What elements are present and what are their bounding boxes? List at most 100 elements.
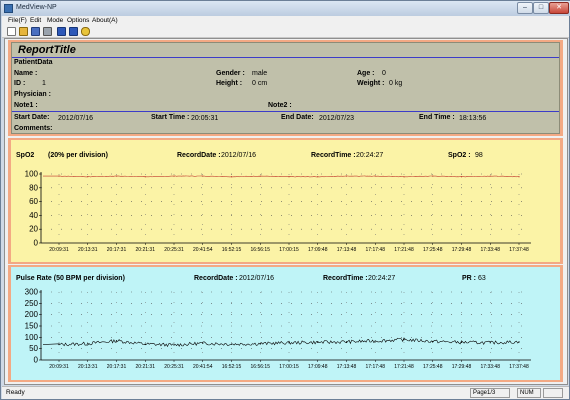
pr-data-point	[144, 343, 146, 345]
divider	[12, 57, 559, 58]
save-icon[interactable]	[31, 27, 40, 36]
pr-ytick-label: 0	[34, 356, 39, 365]
pr-ytick-label: 50	[29, 344, 38, 353]
print-icon[interactable]	[43, 27, 52, 36]
start-date-label: Start Date:	[14, 114, 50, 121]
pr-ytick-label: 200	[25, 310, 39, 319]
spo2-ytick-label: 60	[29, 197, 38, 206]
pr-data-point	[374, 340, 376, 342]
spo2-data-point	[58, 175, 60, 177]
toolbar	[2, 26, 569, 38]
report-header: ReportTitle PatientData Name : Gender : …	[8, 40, 563, 136]
pr-data-point	[87, 343, 89, 345]
pulse-chart: 0 50 100 150 200 250 300 20:09:31 20:13:31 20:17:…	[25, 288, 531, 370]
spo2-data-point	[374, 175, 376, 177]
prev-icon[interactable]	[57, 27, 66, 36]
id-value: 1	[42, 80, 46, 87]
pr-data-point	[115, 340, 118, 342]
close-button[interactable]: ✕	[549, 2, 569, 14]
spo2-series-line	[43, 175, 520, 178]
pr-data-point	[173, 344, 175, 346]
spo2-data-point	[288, 176, 290, 178]
spo2-xtick-label: 17:09:48	[308, 247, 328, 253]
status-blank	[543, 388, 563, 398]
menu-mode[interactable]: Mode	[47, 17, 63, 24]
menu-bar: File(F) Edit Mode Options About(A)	[2, 16, 569, 26]
pr-xtick-label: 20:17:31	[107, 364, 127, 370]
spo2-xtick-label: 16:52:15	[222, 247, 242, 253]
pr-ytick-label: 300	[25, 288, 39, 297]
pr-xtick-label: 20:13:31	[78, 364, 98, 370]
spo2-xtick-label: 17:17:48	[366, 247, 386, 253]
status-text: Ready	[6, 389, 25, 396]
spo2-data-point	[115, 175, 118, 177]
menu-file[interactable]: File(F)	[8, 17, 27, 24]
pr-xtick-label: 20:21:31	[136, 364, 156, 370]
title-bar[interactable]: MedView-NP – □ ✕	[1, 1, 570, 16]
pulse-panel: Pulse Rate (50 BPM per division) RecordD…	[8, 265, 563, 382]
app-window: MedView-NP – □ ✕ File(F) Edit Mode Optio…	[0, 0, 570, 400]
age-label: Age :	[357, 70, 375, 77]
spo2-data-point	[173, 175, 175, 177]
name-label: Name :	[14, 70, 38, 77]
weight-value: 0 kg	[389, 80, 403, 87]
spo2-xtick-label: 17:13:48	[337, 247, 357, 253]
gender-label: Gender :	[216, 70, 245, 77]
pr-data-point	[58, 343, 60, 346]
end-date-value: 2012/07/23	[319, 115, 355, 122]
spo2-ytick-label: 80	[29, 183, 38, 192]
spo2-xtick-label: 17:37:48	[509, 247, 529, 253]
spo2-xtick-label: 20:13:31	[78, 247, 98, 253]
pr-xtick-label: 17:09:48	[308, 364, 328, 370]
pr-data-point	[460, 341, 463, 343]
spo2-data-point	[460, 176, 463, 178]
id-label: ID :	[14, 80, 26, 87]
next-icon[interactable]	[69, 27, 78, 36]
pr-xtick-label: 17:29:48	[452, 364, 472, 370]
pr-xtick-label: 17:37:48	[509, 364, 529, 370]
status-bar: Ready Page1/3 NUM	[2, 386, 569, 399]
new-icon[interactable]	[7, 27, 16, 36]
pr-xtick-label: 17:25:48	[423, 364, 443, 370]
maximize-button[interactable]: □	[533, 2, 549, 14]
pr-data-point	[317, 341, 319, 343]
height-value: 0 cm	[252, 80, 268, 87]
end-date-label: End Date:	[281, 114, 314, 121]
spo2-xtick-label: 17:21:48	[394, 247, 414, 253]
pr-xtick-label: 20:41:54	[193, 364, 213, 370]
spo2-xtick-label: 20:17:31	[107, 247, 127, 253]
open-icon[interactable]	[19, 27, 28, 36]
physician-label: Physician :	[14, 91, 51, 98]
spo2-xtick-label: 17:25:48	[423, 247, 443, 253]
comments-label: Comments:	[14, 125, 53, 132]
spo2-xtick-label: 17:33:48	[481, 247, 501, 253]
pr-xtick-label: 17:33:48	[481, 364, 501, 370]
minimize-button[interactable]: –	[517, 2, 533, 14]
start-date-value: 2012/07/16	[58, 115, 94, 122]
divider	[12, 111, 559, 112]
weight-label: Weight :	[357, 80, 385, 87]
spo2-data-point	[230, 176, 233, 178]
menu-edit[interactable]: Edit	[30, 17, 41, 24]
pr-data-point	[202, 342, 204, 344]
note1-label: Note1 :	[14, 102, 38, 109]
spo2-ytick-label: 0	[34, 239, 39, 248]
end-time-value: 18:13:56	[459, 115, 487, 122]
spo2-xtick-label: 17:29:48	[452, 247, 472, 253]
help-icon[interactable]	[81, 27, 90, 36]
pr-data-point	[230, 343, 233, 345]
spo2-xtick-label: 20:41:54	[193, 247, 213, 253]
pr-xtick-label: 17:13:48	[337, 364, 357, 370]
spo2-xtick-label: 16:56:15	[251, 247, 271, 253]
patient-data-heading: PatientData	[14, 59, 53, 66]
pr-series-line	[42, 337, 520, 348]
pr-xtick-label: 16:52:15	[222, 364, 242, 370]
menu-options[interactable]: Options	[67, 17, 89, 24]
pr-data-point	[403, 339, 405, 341]
spo2-xtick-label: 20:25:31	[164, 247, 184, 253]
pr-xtick-label: 20:25:31	[164, 364, 184, 370]
spo2-ytick-label: 100	[25, 170, 39, 179]
pr-data-point	[432, 340, 434, 343]
pr-data-point	[489, 342, 491, 344]
menu-about[interactable]: About(A)	[92, 17, 118, 24]
